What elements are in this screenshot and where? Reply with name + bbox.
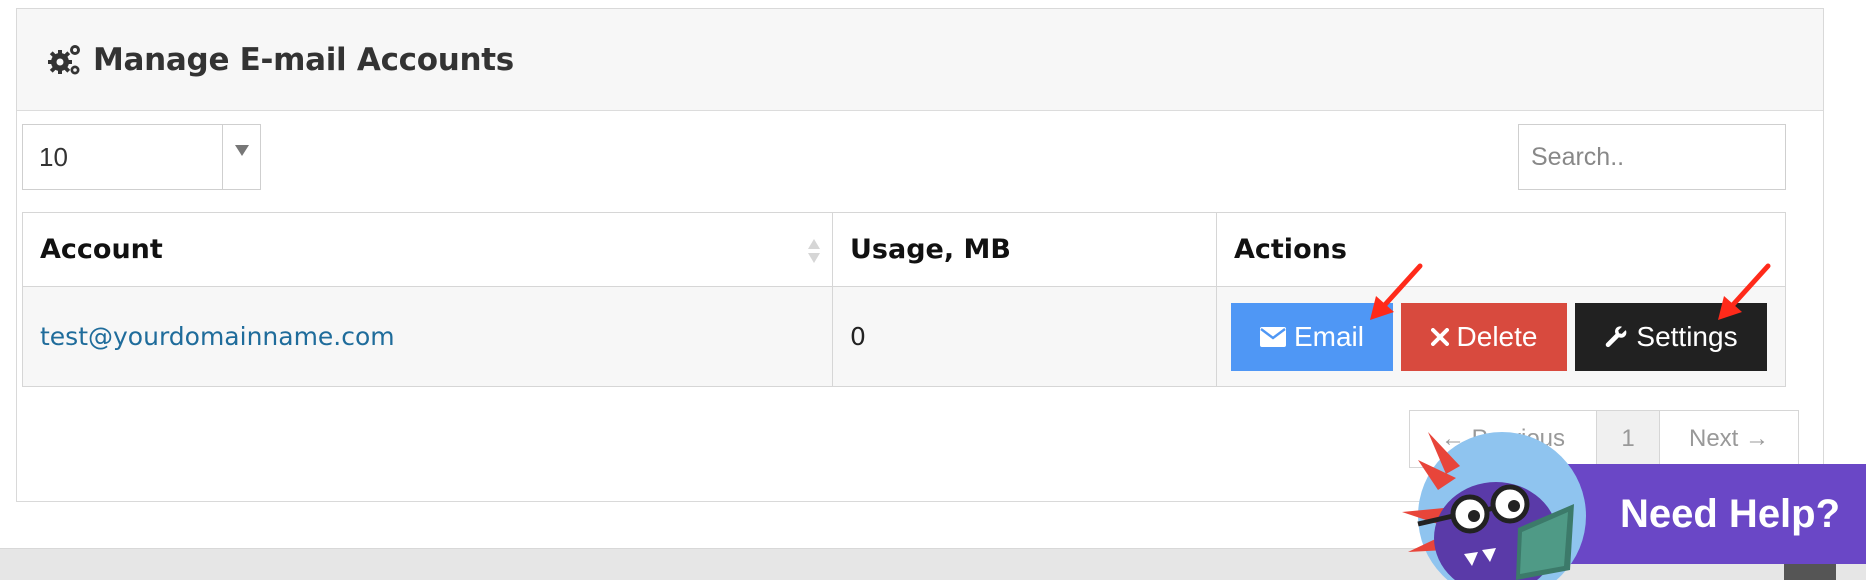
table-row: test@yourdomainname.com 0 Email Delete S… — [22, 286, 1786, 387]
envelope-icon — [1259, 326, 1286, 347]
page-1-button[interactable]: 1 — [1596, 410, 1660, 468]
column-header-account[interactable]: Account — [22, 212, 833, 287]
annotation-arrow-settings — [1718, 263, 1771, 320]
gears-icon — [48, 44, 80, 74]
usage-cell: 0 — [832, 286, 1217, 387]
dropdown-toggle[interactable] — [222, 125, 260, 189]
accounts-table: Account Usage, MB Actions test@yourdomai… — [22, 212, 1786, 387]
panel-heading: Manage E-mail Accounts — [17, 9, 1823, 111]
mascot-icon — [1402, 432, 1586, 580]
account-cell: test@yourdomainname.com — [22, 286, 833, 387]
page-title: Manage E-mail Accounts — [93, 41, 514, 78]
triangle-down-icon — [235, 145, 249, 156]
table-header-row: Account Usage, MB Actions — [22, 212, 1786, 287]
scroll-to-top-button[interactable] — [1784, 563, 1836, 580]
column-header-actions: Actions — [1216, 212, 1786, 287]
next-page-button[interactable]: Next → — [1659, 410, 1799, 468]
wrench-icon — [1606, 325, 1627, 347]
page-length-value: 10 — [39, 142, 68, 172]
column-header-usage: Usage, MB — [832, 212, 1217, 287]
help-widget-label: Need Help? — [1620, 492, 1841, 536]
page-length-select[interactable]: 10 — [22, 124, 261, 190]
action-buttons: Email Delete Settings — [1231, 302, 1785, 371]
actions-cell: Email Delete Settings — [1216, 286, 1786, 387]
search-input[interactable] — [1518, 124, 1786, 190]
close-icon — [1430, 327, 1449, 346]
annotation-arrow-email — [1370, 263, 1423, 320]
account-link[interactable]: test@yourdomainname.com — [40, 322, 395, 351]
sort-icon — [808, 239, 820, 263]
